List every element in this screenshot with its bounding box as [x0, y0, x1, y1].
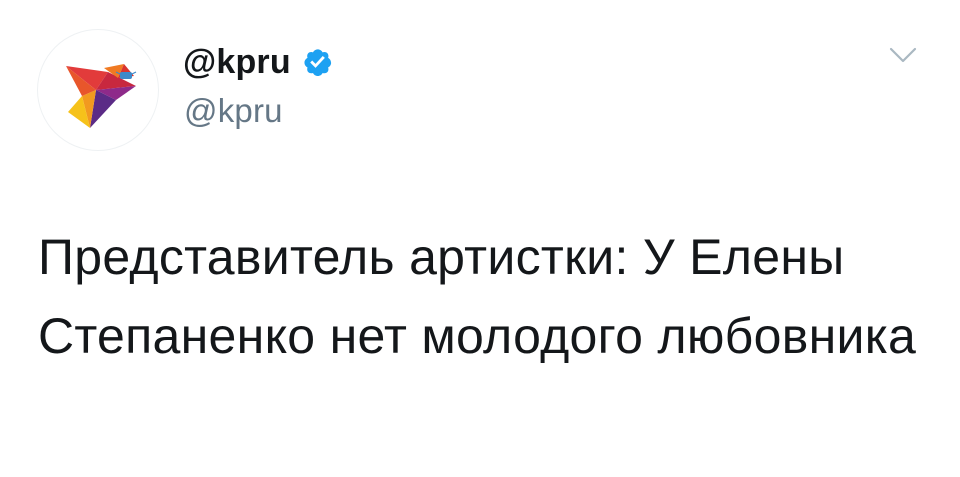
verified-badge-icon	[301, 46, 333, 78]
user-handle[interactable]: @kpru	[184, 92, 283, 130]
display-name-row[interactable]: @kpru	[183, 40, 333, 84]
kp-swallow-logo-icon	[66, 64, 137, 128]
chevron-down-icon[interactable]	[888, 44, 918, 66]
display-name[interactable]: @kpru	[183, 43, 291, 82]
tweet-card: @kpru @kpru Представитель артистки: У Ел…	[0, 0, 960, 477]
tweet-text: Представитель артистки: У Елены Степанен…	[38, 229, 917, 364]
avatar[interactable]	[38, 30, 158, 150]
